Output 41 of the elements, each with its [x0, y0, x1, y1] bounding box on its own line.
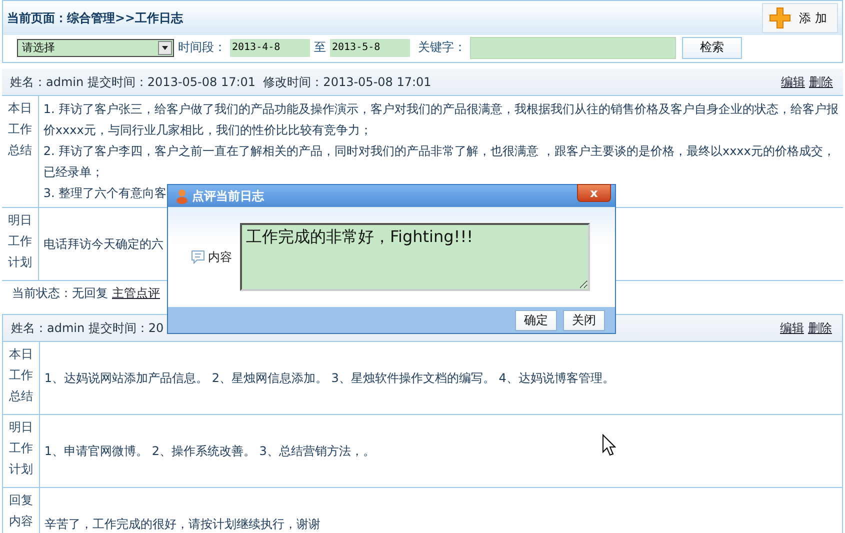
action-link[interactable]: 编辑: [781, 74, 805, 90]
action-link[interactable]: 删除: [808, 320, 832, 336]
to-label: 至: [314, 39, 326, 56]
content-label: 内容: [208, 248, 232, 266]
row-label: 本日工作总结: [2, 96, 40, 207]
keyword-field[interactable]: [470, 36, 676, 58]
start-date-field[interactable]: 2013-4-8: [230, 38, 310, 56]
breadcrumb: 当前页面：综合管理>>工作日志: [7, 10, 184, 26]
cursor-icon: [602, 434, 616, 456]
user-icon: [176, 188, 188, 204]
dialog-title: 点评当前日志: [192, 188, 264, 204]
category-dropdown[interactable]: 请选择: [17, 38, 174, 56]
review-link[interactable]: 主管点评: [112, 285, 160, 302]
row-label: 明日工作计划: [2, 208, 40, 280]
status-text: 当前状态：无回复: [12, 285, 108, 302]
action-link[interactable]: 编辑: [780, 320, 804, 336]
log-text: 1、达妈说网站添加产品信息。 2、星烛网信息添加。 3、星烛软件操作文档的编写。 4、达妈说博客管理。: [44, 370, 614, 386]
log-text: 2. 拜访了客户李四，客户之前一直在了解相关的产品，同时对我们的产品非常了解，也很满意 ，跟客户主要谈的是价格，最终以xxxx元的价格成交，已经录单；: [43, 143, 836, 181]
log-text: 3. 整理了六个有意向客: [43, 185, 167, 202]
comment-field[interactable]: 工作完成的非常好，Fighting!!!: [240, 223, 590, 291]
dialog-button[interactable]: 关闭: [563, 310, 605, 330]
period-label: 时间段：: [178, 39, 226, 56]
close-button[interactable]: x: [577, 184, 611, 202]
log-text: 电话拜访今天确定的六: [43, 236, 164, 252]
log-text: 1、申请官网微博。 2、操作系统改善。 3、总结营销方法，。: [44, 442, 375, 460]
caret-icon: [158, 40, 172, 54]
dialog-button[interactable]: 确定: [515, 310, 557, 330]
row-label: 本日工作总结: [3, 342, 40, 414]
log-header: 姓名：admin 提交时间：2013-05-08 17:01 修改时间：2013-05-08 17:01: [10, 74, 432, 90]
search-button[interactable]: 检索: [682, 36, 742, 58]
add-button[interactable]: 添 加: [762, 3, 838, 33]
action-link[interactable]: 删除: [809, 74, 833, 90]
plus-icon: [769, 7, 792, 29]
comment-icon: [190, 249, 206, 265]
row-label: 回复内容: [3, 488, 40, 533]
log-text: 1. 拜访了客户张三，给客户做了我们的产品功能及操作演示，客户对我们的产品很满意，我根据我们从往的销售价格及客户自身企业的状态，给客户报价xxxx元，与同行业几家相比，我们的性价比比较有竞争力；: [43, 101, 839, 139]
row-label: 明日工作计划: [3, 415, 40, 487]
end-date-field[interactable]: 2013-5-8: [330, 38, 410, 56]
keyword-label: 关键字：: [418, 39, 466, 56]
log-text: 辛苦了，工作完成的很好，请按计划继续执行，谢谢: [44, 516, 320, 532]
log-header: 姓名：admin 提交时间：20: [11, 320, 164, 336]
